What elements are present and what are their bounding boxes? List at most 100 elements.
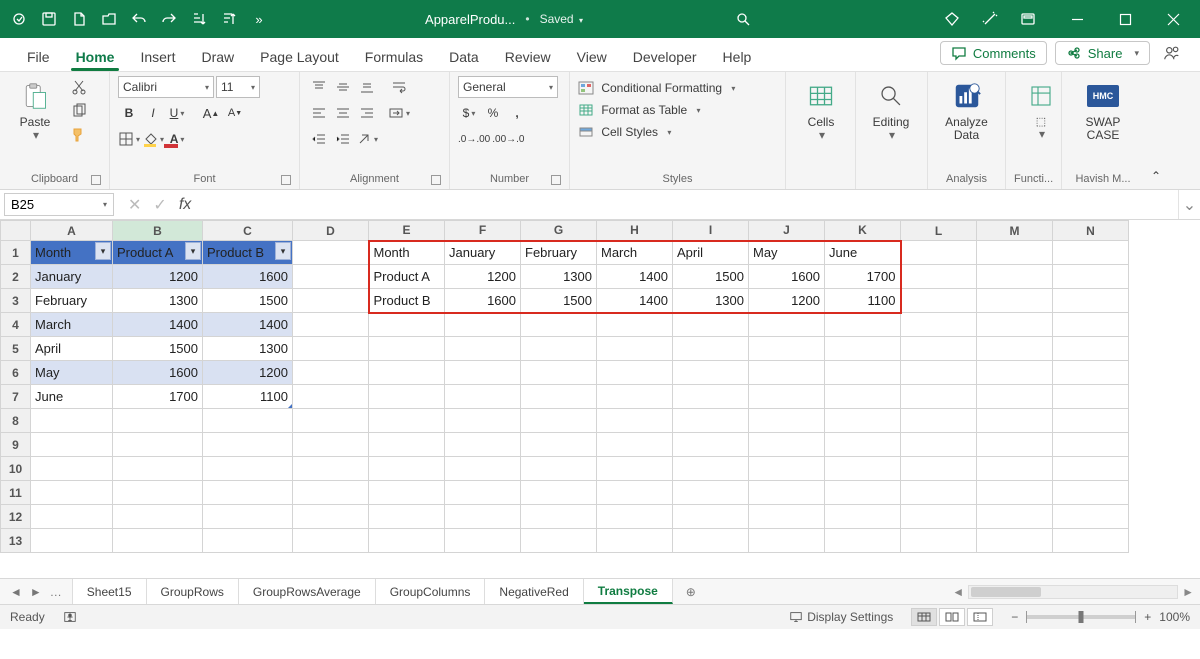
- col-header[interactable]: M: [977, 221, 1053, 241]
- hscroll-thumb[interactable]: [971, 587, 1041, 597]
- orientation-icon[interactable]: ▾: [356, 128, 378, 150]
- decrease-indent-icon[interactable]: [308, 128, 330, 150]
- zoom-in-button[interactable]: +: [1144, 610, 1151, 624]
- row-header[interactable]: 3: [1, 289, 31, 313]
- new-file-icon[interactable]: [66, 6, 92, 32]
- account-icon[interactable]: [1158, 39, 1186, 67]
- percent-icon[interactable]: %: [482, 102, 504, 124]
- sort-asc-icon[interactable]: [186, 6, 212, 32]
- cancel-formula-icon[interactable]: ✕: [128, 195, 141, 215]
- filter-dropdown-icon[interactable]: [275, 242, 291, 260]
- format-painter-icon[interactable]: [68, 124, 90, 146]
- view-page-layout-icon[interactable]: [939, 608, 965, 626]
- col-header[interactable]: I: [673, 221, 749, 241]
- col-header[interactable]: F: [445, 221, 521, 241]
- functions-button[interactable]: ⬚▾: [1014, 76, 1068, 145]
- number-format-select[interactable]: General▾: [458, 76, 558, 98]
- col-header[interactable]: K: [825, 221, 901, 241]
- view-normal-icon[interactable]: [911, 608, 937, 626]
- analyze-data-button[interactable]: Analyze Data: [936, 76, 997, 146]
- currency-icon[interactable]: $▾: [458, 102, 480, 124]
- editing-button[interactable]: Editing▾: [864, 76, 918, 146]
- tab-home[interactable]: Home: [63, 43, 128, 71]
- close-button[interactable]: [1150, 0, 1196, 38]
- row-header[interactable]: 6: [1, 361, 31, 385]
- formula-input[interactable]: [201, 190, 1178, 219]
- grow-font-icon[interactable]: A▲: [200, 102, 222, 124]
- col-header[interactable]: C: [203, 221, 293, 241]
- tab-formulas[interactable]: Formulas: [352, 43, 436, 71]
- col-header[interactable]: G: [521, 221, 597, 241]
- table-header-cell[interactable]: Product A: [113, 241, 203, 265]
- align-center-icon[interactable]: [332, 102, 354, 124]
- col-header[interactable]: A: [31, 221, 113, 241]
- col-header[interactable]: L: [901, 221, 977, 241]
- row-header[interactable]: 5: [1, 337, 31, 361]
- zoom-level[interactable]: 100%: [1159, 610, 1190, 624]
- filter-dropdown-icon[interactable]: [95, 242, 111, 260]
- view-page-break-icon[interactable]: [967, 608, 993, 626]
- tab-draw[interactable]: Draw: [188, 43, 247, 71]
- underline-button[interactable]: U▾: [166, 102, 188, 124]
- col-header[interactable]: B: [113, 221, 203, 241]
- sheet-tab-active[interactable]: Transpose: [584, 579, 673, 604]
- zoom-slider[interactable]: [1026, 615, 1136, 619]
- save-icon[interactable]: [36, 6, 62, 32]
- sheet-nav-more-icon[interactable]: …: [50, 585, 62, 599]
- font-color-button[interactable]: A▾: [166, 128, 188, 150]
- row-header[interactable]: 12: [1, 505, 31, 529]
- display-settings-button[interactable]: Display Settings: [789, 610, 893, 624]
- maximize-button[interactable]: [1102, 0, 1148, 38]
- alignment-dialog-launcher[interactable]: [431, 175, 441, 185]
- shrink-font-icon[interactable]: A▼: [224, 102, 246, 124]
- name-box[interactable]: B25▾: [4, 193, 114, 216]
- tab-developer[interactable]: Developer: [620, 43, 710, 71]
- font-size-select[interactable]: 11▾: [216, 76, 260, 98]
- align-right-icon[interactable]: [356, 102, 378, 124]
- spreadsheet-grid[interactable]: A B C D E F G H I J K L M N 1 Month Prod…: [0, 220, 1200, 578]
- accessibility-icon[interactable]: [63, 610, 77, 624]
- tab-page-layout[interactable]: Page Layout: [247, 43, 352, 71]
- font-dialog-launcher[interactable]: [281, 175, 291, 185]
- search-icon[interactable]: [730, 6, 756, 32]
- sheet-tab[interactable]: NegativeRed: [485, 579, 583, 604]
- row-header[interactable]: 2: [1, 265, 31, 289]
- row-header[interactable]: 9: [1, 433, 31, 457]
- row-header[interactable]: 7: [1, 385, 31, 409]
- cut-icon[interactable]: [68, 76, 90, 98]
- zoom-out-button[interactable]: −: [1011, 610, 1018, 624]
- sheet-tab[interactable]: GroupRowsAverage: [239, 579, 376, 604]
- col-header[interactable]: D: [293, 221, 369, 241]
- ribbon-mode-icon[interactable]: [1012, 6, 1044, 32]
- number-dialog-launcher[interactable]: [551, 175, 561, 185]
- wand-icon[interactable]: [974, 6, 1006, 32]
- increase-indent-icon[interactable]: [332, 128, 354, 150]
- tab-file[interactable]: File: [14, 43, 63, 71]
- diamond-icon[interactable]: [936, 6, 968, 32]
- row-header[interactable]: 10: [1, 457, 31, 481]
- cell-styles-button[interactable]: Cell Styles ▾: [578, 124, 735, 140]
- save-status[interactable]: Saved ▾: [540, 12, 583, 26]
- row-header[interactable]: 13: [1, 529, 31, 553]
- conditional-formatting-button[interactable]: Conditional Formatting ▾: [578, 80, 735, 96]
- align-middle-icon[interactable]: [332, 76, 354, 98]
- clipboard-dialog-launcher[interactable]: [91, 175, 101, 185]
- tab-review[interactable]: Review: [492, 43, 564, 71]
- add-sheet-button[interactable]: ⊕: [673, 579, 709, 604]
- qat-more-icon[interactable]: »: [246, 6, 272, 32]
- wrap-text-icon[interactable]: [388, 76, 410, 98]
- sheet-tab[interactable]: GroupRows: [147, 579, 239, 604]
- align-bottom-icon[interactable]: [356, 76, 378, 98]
- sheet-nav-next-icon[interactable]: ►: [30, 585, 42, 599]
- col-header[interactable]: H: [597, 221, 673, 241]
- sheet-tab[interactable]: Sheet15: [73, 579, 147, 604]
- decrease-decimal-icon[interactable]: .00→.0: [492, 128, 524, 150]
- align-top-icon[interactable]: [308, 76, 330, 98]
- sheet-tab[interactable]: GroupColumns: [376, 579, 486, 604]
- row-header[interactable]: 1: [1, 241, 31, 265]
- comments-button[interactable]: Comments: [940, 41, 1047, 65]
- cells-button[interactable]: Cells▾: [794, 76, 848, 146]
- col-header[interactable]: E: [369, 221, 445, 241]
- share-button[interactable]: Share▾: [1055, 41, 1150, 65]
- copy-icon[interactable]: [68, 100, 90, 122]
